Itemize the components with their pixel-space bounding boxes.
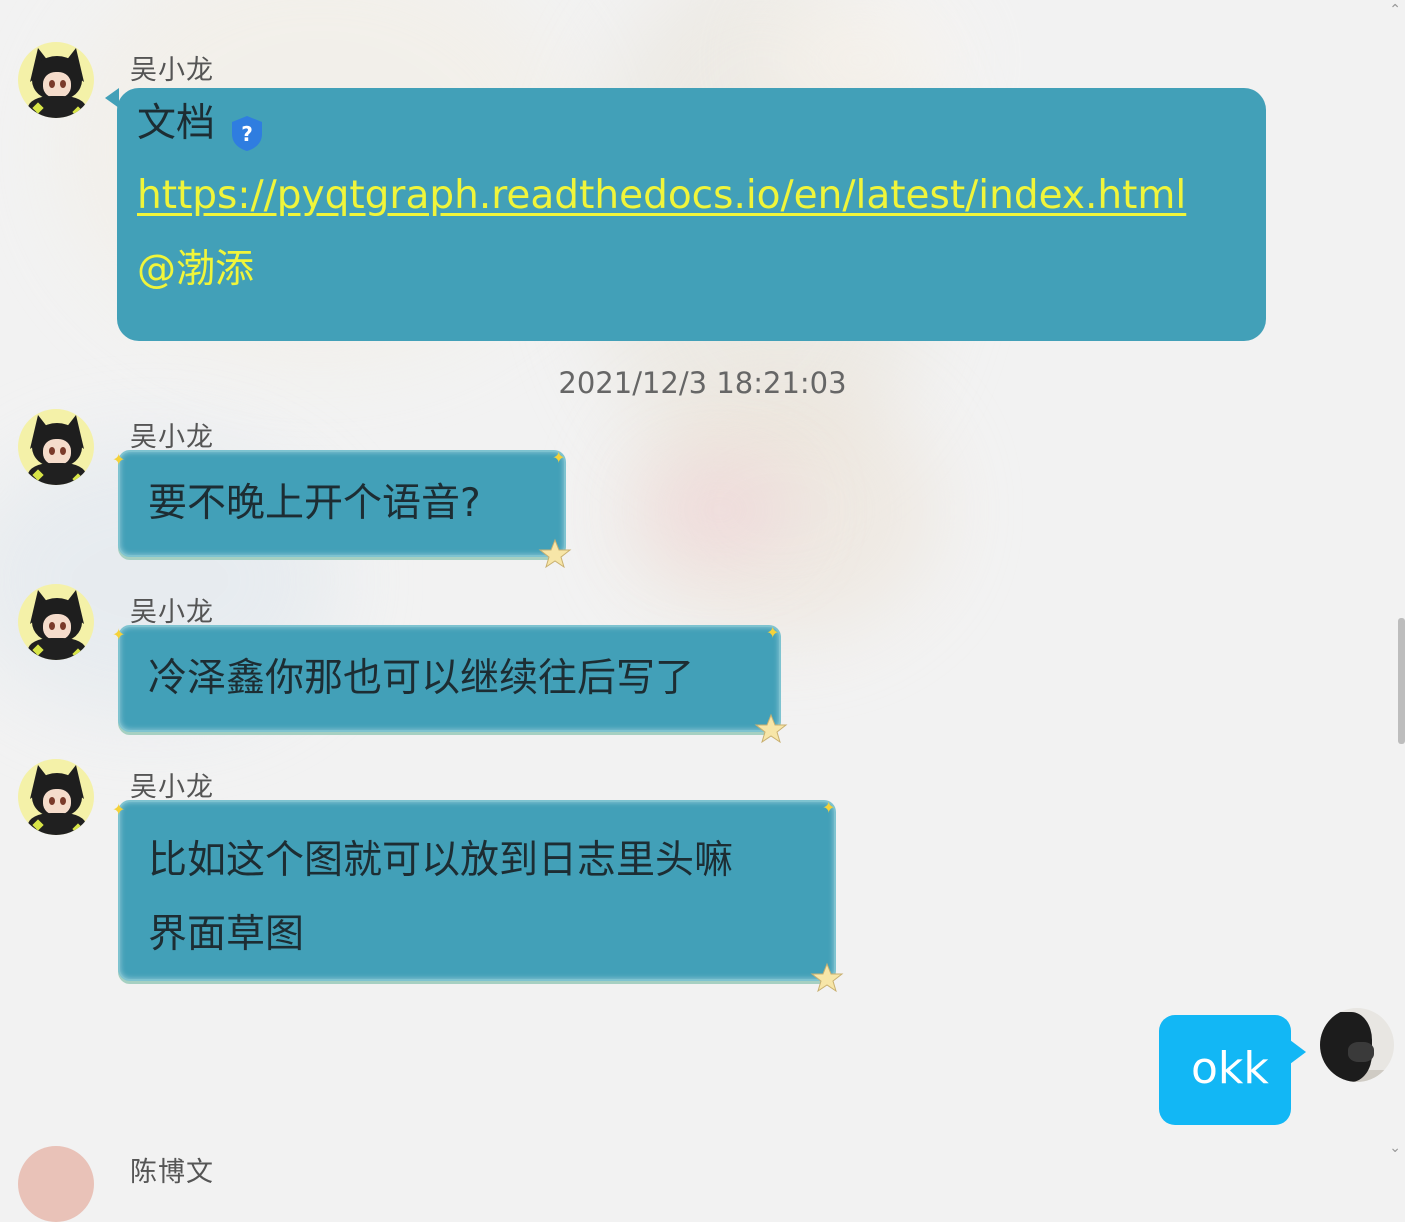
star-icon: ✦: [822, 798, 836, 817]
sender-name: 吴小龙: [130, 422, 214, 453]
scrollbar-thumb[interactable]: [1398, 618, 1405, 744]
message-text: okk: [1191, 1043, 1269, 1094]
sender-name: 吴小龙: [130, 55, 214, 86]
chat-area[interactable]: 吴小龙 文档? https://pyqtgraph.readthedocs.io…: [0, 0, 1405, 1222]
message-timestamp: 2021/12/3 18:21:03: [558, 366, 847, 400]
message-bubble[interactable]: 文档? https://pyqtgraph.readthedocs.io/en/…: [117, 88, 1266, 341]
star-icon: ✦: [112, 450, 126, 469]
question-badge-icon[interactable]: ?: [229, 103, 265, 151]
sender-avatar[interactable]: [18, 584, 94, 660]
sender-name: 吴小龙: [130, 772, 214, 803]
star-icon: ✦: [552, 448, 566, 467]
sender-name: 吴小龙: [130, 597, 214, 628]
sender-avatar[interactable]: [18, 42, 94, 118]
star-icon: [538, 538, 572, 568]
message-text: 冷泽鑫你那也可以继续往后写了: [148, 656, 695, 701]
svg-text:?: ?: [241, 122, 253, 146]
my-message-bubble[interactable]: okk: [1159, 1015, 1291, 1125]
scroll-down-arrow-icon[interactable]: ⌄: [1389, 1140, 1401, 1156]
mention-text[interactable]: @渤添: [137, 247, 254, 292]
message-bubble[interactable]: 比如这个图就可以放到日志里头嘛 界面草图: [120, 802, 834, 979]
sender-avatar[interactable]: [18, 1146, 94, 1222]
my-avatar[interactable]: [1320, 1008, 1394, 1082]
message-link[interactable]: https://pyqtgraph.readthedocs.io/en/late…: [137, 173, 1186, 218]
star-icon: ✦: [112, 800, 126, 819]
scroll-up-arrow-icon[interactable]: ⌃: [1389, 2, 1401, 18]
message-text: 界面草图: [148, 912, 305, 957]
star-icon: ✦: [112, 625, 126, 644]
message-text: 要不晚上开个语音?: [148, 481, 481, 526]
message-bubble[interactable]: 要不晚上开个语音?: [120, 452, 564, 555]
star-icon: [810, 962, 844, 992]
sender-name: 陈博文: [130, 1157, 214, 1188]
star-icon: [754, 713, 788, 743]
message-text: 文档: [137, 101, 216, 146]
message-bubble[interactable]: 冷泽鑫你那也可以继续往后写了: [120, 627, 779, 730]
star-icon: ✦: [766, 623, 780, 642]
sender-avatar[interactable]: [18, 759, 94, 835]
sender-avatar[interactable]: [18, 409, 94, 485]
message-text: 比如这个图就可以放到日志里头嘛: [148, 838, 734, 883]
